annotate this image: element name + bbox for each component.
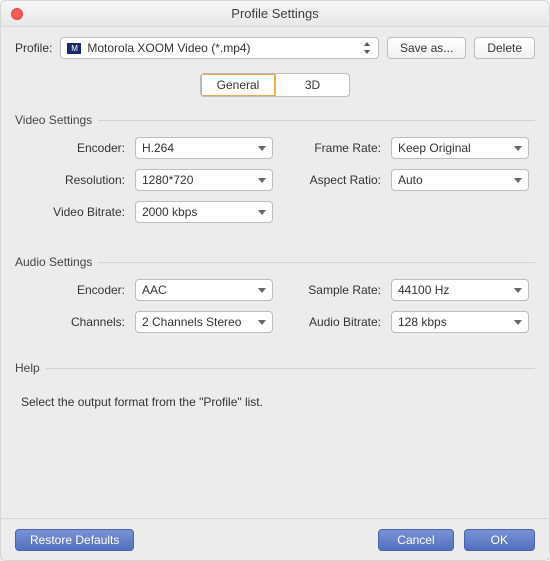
close-icon[interactable] (11, 8, 23, 20)
cancel-button[interactable]: Cancel (378, 529, 453, 551)
device-icon: M (67, 43, 81, 54)
chevron-down-icon (258, 320, 266, 325)
chevron-down-icon (258, 146, 266, 151)
audio-encoder-label: Encoder: (15, 283, 125, 297)
chevron-down-icon (258, 288, 266, 293)
audio-settings-title: Audio Settings (15, 255, 92, 269)
window-title: Profile Settings (231, 6, 318, 21)
video-encoder-select[interactable]: H.264 (135, 137, 273, 159)
chevron-down-icon (258, 178, 266, 183)
profile-label: Profile: (15, 41, 52, 55)
audio-encoder-select[interactable]: AAC (135, 279, 273, 301)
frame-rate-select[interactable]: Keep Original (391, 137, 529, 159)
chevron-down-icon (514, 320, 522, 325)
video-encoder-label: Encoder: (15, 141, 125, 155)
channels-select[interactable]: 2 Channels Stereo (135, 311, 273, 333)
aspect-ratio-select[interactable]: Auto (391, 169, 529, 191)
tab-3d[interactable]: 3D (275, 74, 349, 96)
ok-button[interactable]: OK (464, 529, 535, 551)
chevron-down-icon (514, 288, 522, 293)
sample-rate-label: Sample Rate: (283, 283, 381, 297)
restore-defaults-button[interactable]: Restore Defaults (15, 529, 134, 551)
tab-general[interactable]: General (201, 74, 275, 96)
profile-select[interactable]: M Motorola XOOM Video (*.mp4) (60, 37, 379, 59)
video-bitrate-select[interactable]: 2000 kbps (135, 201, 273, 223)
titlebar: Profile Settings (1, 1, 549, 27)
updown-icon (362, 41, 372, 55)
delete-button[interactable]: Delete (474, 37, 535, 59)
frame-rate-label: Frame Rate: (283, 141, 381, 155)
channels-label: Channels: (15, 315, 125, 329)
help-title: Help (15, 361, 40, 375)
video-bitrate-label: Video Bitrate: (15, 205, 125, 219)
audio-bitrate-select[interactable]: 128 kbps (391, 311, 529, 333)
resolution-label: Resolution: (15, 173, 125, 187)
tabs: General 3D (200, 73, 350, 97)
aspect-ratio-label: Aspect Ratio: (283, 173, 381, 187)
resolution-select[interactable]: 1280*720 (135, 169, 273, 191)
audio-bitrate-label: Audio Bitrate: (283, 315, 381, 329)
sample-rate-select[interactable]: 44100 Hz (391, 279, 529, 301)
chevron-down-icon (258, 210, 266, 215)
profile-value: Motorola XOOM Video (*.mp4) (87, 41, 250, 55)
chevron-down-icon (514, 146, 522, 151)
chevron-down-icon (514, 178, 522, 183)
save-as-button[interactable]: Save as... (387, 37, 466, 59)
profile-settings-window: Profile Settings Profile: M Motorola XOO… (0, 0, 550, 561)
help-text: Select the output format from the "Profi… (15, 385, 535, 409)
video-settings-title: Video Settings (15, 113, 92, 127)
